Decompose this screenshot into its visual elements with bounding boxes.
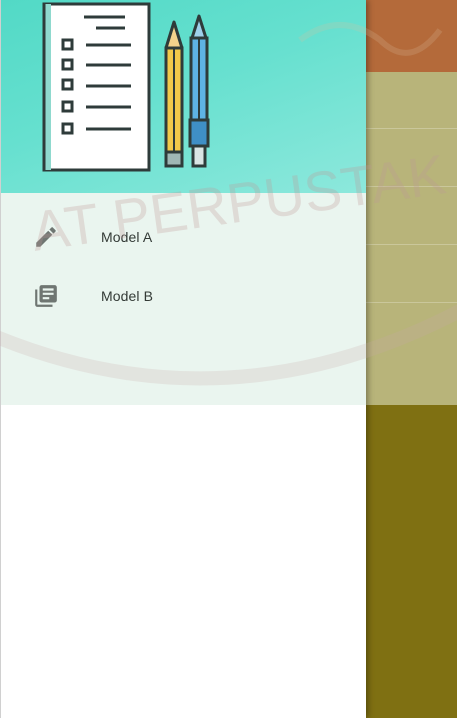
checklist-pencils-illustration [42, 2, 210, 172]
menu-item-model-b[interactable]: Model B [1, 267, 366, 325]
background-list [366, 72, 457, 405]
list-divider [366, 186, 457, 187]
menu-item-label: Model A [101, 229, 153, 245]
drawer-menu: Model A Model B [1, 193, 366, 405]
list-divider [366, 244, 457, 245]
pencil-icon [33, 224, 59, 250]
menu-item-model-a[interactable]: Model A [1, 208, 366, 266]
menu-item-label: Model B [101, 288, 154, 304]
list-divider [366, 302, 457, 303]
library-books-icon [33, 283, 59, 309]
background-lower-area [366, 405, 457, 718]
navigation-drawer: Model A Model B [0, 0, 366, 718]
drawer-header [1, 0, 366, 193]
list-divider [366, 128, 457, 129]
background-content-scrim[interactable] [366, 0, 457, 718]
background-toolbar [366, 0, 457, 72]
app-screen: Model A Model B AT PERPUSTAK [0, 0, 457, 718]
